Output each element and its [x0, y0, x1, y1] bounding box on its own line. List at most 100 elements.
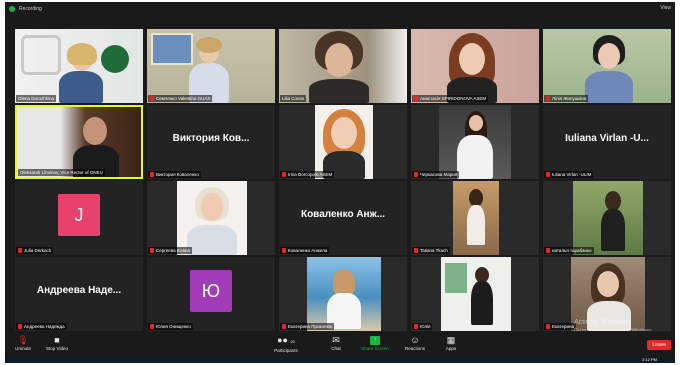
participant-display-name: Iuliana Virlan -U... [565, 133, 649, 144]
participant-tile[interactable]: Анастасія SPIRIDONOVA ASEM [411, 29, 539, 103]
participant-avatar: J [58, 194, 100, 236]
participant-name-tag: Olena Dorozhkina [16, 95, 57, 102]
participant-video [279, 29, 407, 103]
participant-tile[interactable]: Irina Dorcopolo ASEM [279, 105, 407, 179]
mic-muted-icon [282, 172, 286, 177]
share-screen-icon: ↑ [370, 336, 380, 345]
participant-video [543, 181, 671, 255]
banner-icon [445, 263, 467, 293]
participants-icon: ●● 20 [277, 335, 295, 345]
taskbar-clock: 2:12 PM [642, 357, 657, 362]
participant-tile[interactable]: Сергеева Елена [147, 181, 275, 255]
wall-picture-icon [151, 33, 193, 65]
participant-display-name: Андреева Наде... [36, 285, 122, 296]
stop-video-button[interactable]: ■ Stop Video [39, 334, 75, 351]
participant-tile-active-speaker[interactable]: Oleksandr Lihvinov, Vice Rector of ONEU [15, 105, 143, 179]
participant-video [411, 29, 539, 103]
participant-name-tag: Коваленко Анжела [280, 247, 330, 254]
mic-muted-icon [546, 324, 550, 329]
participant-name-tag: Екатерина Прокопюк [280, 323, 334, 330]
participant-display-name: Виктория Ков... [172, 133, 250, 144]
participant-name-tag: Lilia Covas [280, 95, 307, 102]
recording-label: Recording [19, 6, 42, 12]
recording-indicator-icon [9, 6, 15, 12]
windows-taskbar: 2:12 PM [5, 357, 675, 363]
mic-muted-icon [150, 172, 154, 177]
participant-name-tag: Семченко Valentina GUAS [148, 95, 213, 102]
participant-name-tag: Oleksandr Lihvinov, Vice Rector of ONEU [18, 169, 105, 176]
participant-name-tag: Анастасія SPIRIDONOVA ASEM [412, 95, 489, 102]
mic-muted-icon [150, 96, 154, 101]
participant-name-tag: Юлія [412, 323, 433, 330]
participant-tile[interactable]: Андреева Наде... Андреева Надежда [15, 257, 143, 331]
participant-name-tag: Irina Dorcopolo ASEM [280, 171, 335, 178]
participant-avatar: Ю [190, 270, 232, 312]
view-button[interactable]: View [660, 5, 671, 11]
participant-name-tag: Черкасова Мария [412, 171, 460, 178]
participant-video [411, 257, 539, 331]
participant-tile[interactable]: Lilia Covas [279, 29, 407, 103]
participant-video [147, 181, 275, 255]
participant-tile[interactable]: Ю Юлия Онищенко [147, 257, 275, 331]
participant-video [411, 181, 539, 255]
mic-muted-icon [150, 248, 154, 253]
participant-tile[interactable]: Tatiana Tkach [411, 181, 539, 255]
participant-video [15, 29, 143, 103]
participant-tile[interactable]: Черкасова Мария [411, 105, 539, 179]
participant-name-tag: Julia Derkach [16, 247, 54, 254]
participants-button[interactable]: ●● 20 Participants [268, 334, 304, 353]
participant-name-tag: Юлия Онищенко [148, 323, 193, 330]
participant-name-tag: Екатерина [544, 323, 576, 330]
mic-muted-icon [18, 324, 22, 329]
university-seal-icon [101, 45, 129, 73]
background-logo-icon [21, 35, 61, 75]
participant-tile[interactable]: Екатерина Прокопюк [279, 257, 407, 331]
participant-name-tag: Лілія Жилушкіна [544, 95, 589, 102]
mic-muted-icon [546, 96, 550, 101]
mic-muted-icon [546, 172, 550, 177]
participant-video [279, 105, 407, 179]
participant-tile[interactable]: Коваленко Анж... Коваленко Анжела [279, 181, 407, 255]
mic-muted-icon [414, 96, 418, 101]
apps-icon: ▦ [446, 335, 456, 345]
participant-name-tag: Iuliana Virlan -ULIM [544, 171, 594, 178]
microphone-muted-icon: 🎙 [17, 335, 29, 345]
mic-muted-icon [282, 324, 286, 329]
participant-tile[interactable]: Лілія Жилушкіна [543, 29, 671, 103]
mic-muted-icon [414, 324, 418, 329]
chat-button[interactable]: ✉ Chat [318, 334, 354, 351]
mic-muted-icon [414, 248, 418, 253]
mic-muted-icon [282, 248, 286, 253]
participant-tile[interactable]: Семченко Valentina GUAS [147, 29, 275, 103]
participant-tile[interactable]: Юлія [411, 257, 539, 331]
chat-icon: ✉ [332, 335, 340, 345]
reactions-icon: ☺ [410, 335, 420, 345]
video-camera-icon: ■ [54, 335, 60, 345]
participant-video [17, 107, 141, 177]
participant-name-tag: Андреева Надежда [16, 323, 67, 330]
participant-video [411, 105, 539, 179]
top-bar: Recording View [5, 2, 675, 16]
share-screen-button[interactable]: ↑ Share Screen [357, 334, 393, 351]
unmute-button[interactable]: 🎙 Unmute [5, 334, 41, 351]
reactions-button[interactable]: ☺ Reactions [397, 334, 433, 351]
mic-muted-icon [546, 248, 550, 253]
participant-tile[interactable]: J Julia Derkach [15, 181, 143, 255]
participant-tile[interactable]: Olena Dorozhkina [15, 29, 143, 103]
mic-muted-icon [414, 172, 418, 177]
participant-display-name: Коваленко Анж... [300, 209, 386, 220]
participant-tile[interactable]: Виктория Ков... Виктория Коваленко [147, 105, 275, 179]
participant-video [543, 29, 671, 103]
apps-button[interactable]: ▦ Apps [433, 334, 469, 351]
leave-button[interactable]: Leave [647, 340, 671, 350]
participant-tile[interactable]: Iuliana Virlan -U... Iuliana Virlan -ULI… [543, 105, 671, 179]
participant-video [147, 29, 275, 103]
mic-muted-icon [18, 248, 22, 253]
gallery-view: Olena Dorozhkina Семченко Valentina GUAS… [15, 29, 671, 331]
participant-name-tag: Tatiana Tkach [412, 247, 450, 254]
participant-video [279, 257, 407, 331]
mic-muted-icon [150, 324, 154, 329]
participant-name-tag: Виктория Коваленко [148, 171, 201, 178]
participant-name-tag: наталья тарабанко [544, 247, 594, 254]
participant-tile[interactable]: наталья тарабанко [543, 181, 671, 255]
